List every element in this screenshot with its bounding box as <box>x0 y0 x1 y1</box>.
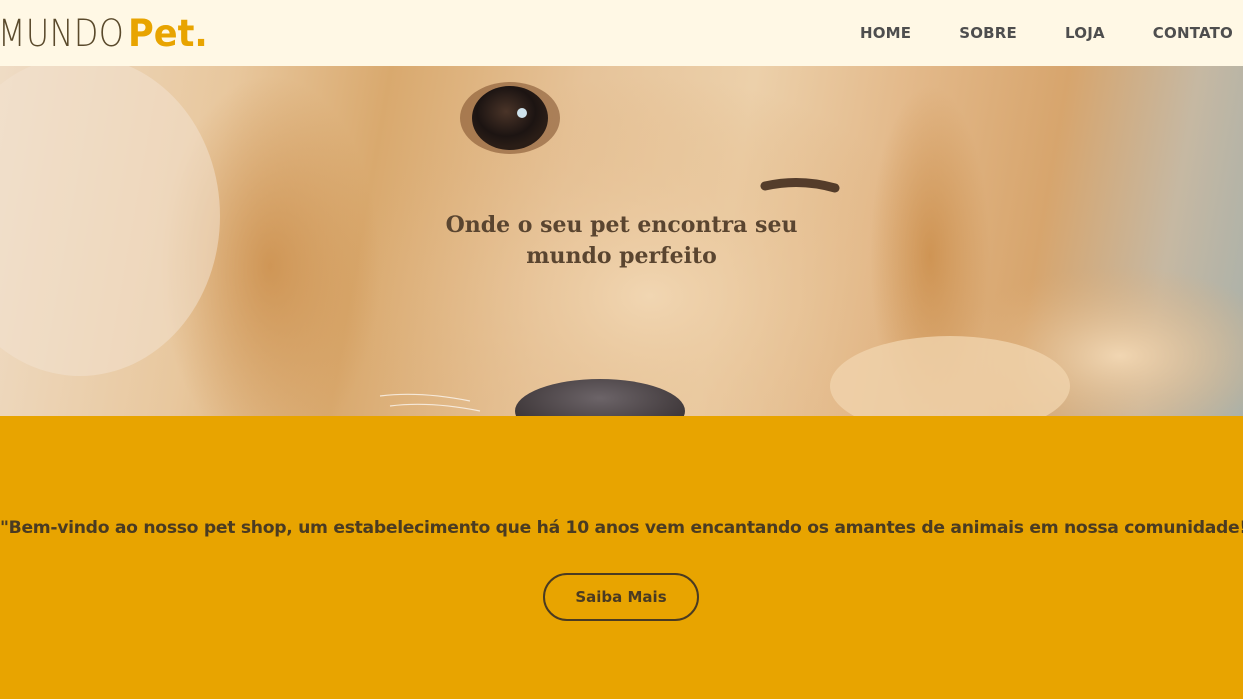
saiba-mais-button[interactable]: Saiba Mais <box>543 573 699 621</box>
nav-contato[interactable]: CONTATO <box>1153 24 1233 42</box>
nav-sobre[interactable]: SOBRE <box>959 24 1017 42</box>
hero-title: Onde o seu pet encontra seu mundo perfei… <box>445 212 798 269</box>
logo[interactable]: MUNDO Pet. <box>0 0 212 66</box>
intro-text: "Bem-vindo ao nosso pet shop, um estabel… <box>0 518 1243 538</box>
main-nav: HOME SOBRE LOJA CONTATO <box>812 24 1233 42</box>
logo-pet-text: Pet. <box>127 11 208 55</box>
hero-banner: Onde o seu pet encontra seu mundo perfei… <box>0 66 1243 416</box>
nav-loja[interactable]: LOJA <box>1065 24 1105 42</box>
hero-title-wrap: Onde o seu pet encontra seu mundo perfei… <box>0 210 1243 272</box>
site-header: MUNDO Pet. HOME SOBRE LOJA CONTATO <box>0 0 1243 66</box>
intro-section: "Bem-vindo ao nosso pet shop, um estabel… <box>0 416 1243 699</box>
nav-home[interactable]: HOME <box>860 24 911 42</box>
logo-mundo-text: MUNDO <box>0 11 125 55</box>
